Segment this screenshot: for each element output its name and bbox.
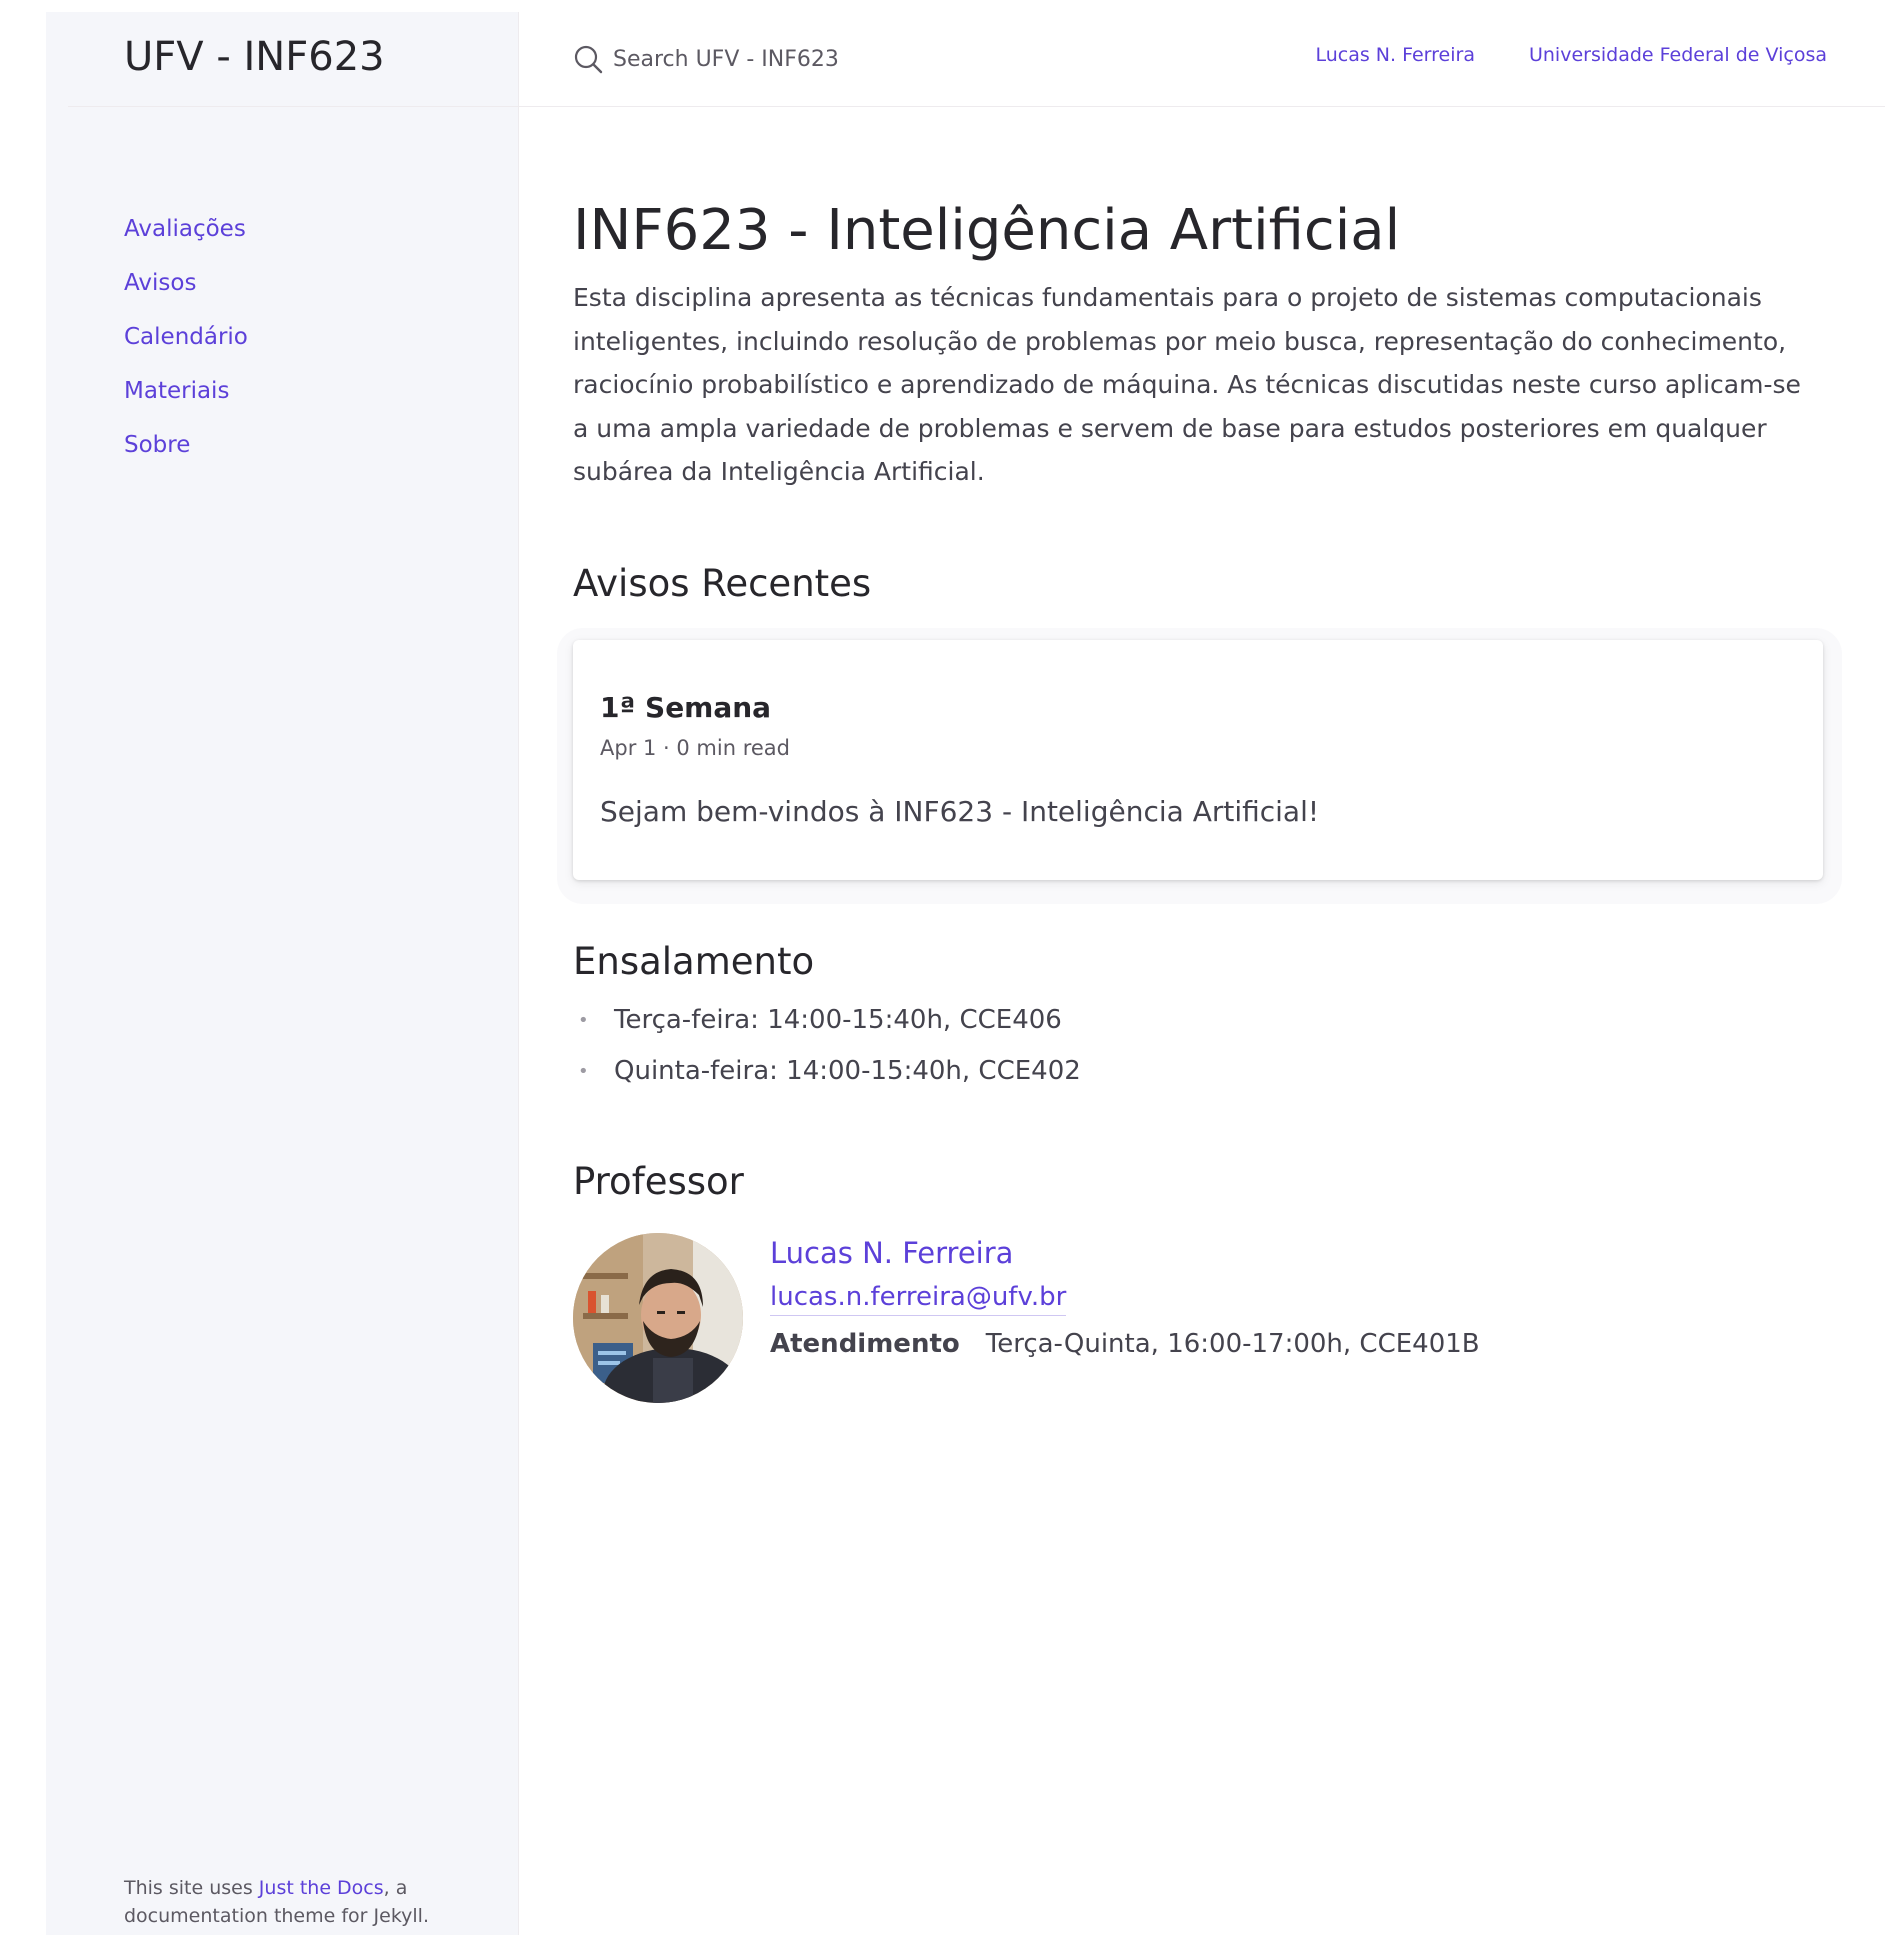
sidebar-footer: This site uses Just the Docs, a document…	[124, 1874, 484, 1930]
professor-name-link[interactable]: Lucas N. Ferreira	[770, 1233, 1480, 1273]
sidebar-link-calendario[interactable]: Calendário	[124, 324, 248, 350]
professor-section: Professor Lucas N. Ferreira lucas.n.ferr…	[573, 1160, 1823, 1405]
schedule-item-text: Quinta-feira: 14:00-15:40h, CCE402	[614, 1056, 1081, 1086]
office-hours-label: Atendimento	[770, 1329, 960, 1359]
intro-paragraph: Esta disciplina apresenta as técnicas fu…	[573, 283, 1801, 486]
site-title[interactable]: UFV - INF623	[124, 34, 385, 80]
list-item: • Quinta-feira: 14:00-15:40h, CCE402	[573, 1046, 1823, 1097]
sidebar-divider	[68, 106, 519, 107]
announcements-heading: Avisos Recentes	[573, 562, 872, 605]
announcement-meta: Apr 1 · 0 min read	[600, 736, 790, 760]
page: UFV - INF623 Avaliações Avisos Calendári…	[0, 0, 1885, 1935]
schedule-heading: Ensalamento	[573, 940, 815, 983]
aux-nav: Lucas N. Ferreira Universidade Federal d…	[1261, 44, 1827, 66]
office-hours: Atendimento Terça-Quinta, 16:00-17:00h, C…	[770, 1326, 1480, 1362]
schedule-list: • Terça-feira: 14:00-15:40h, CCE406 • Quin…	[573, 995, 1823, 1097]
sidebar-item-calendario: Calendário	[124, 310, 248, 364]
professor-email-link[interactable]: lucas.n.ferreira@ufv.br	[770, 1279, 1067, 1316]
sidebar-link-sobre[interactable]: Sobre	[124, 432, 190, 458]
bullet-icon: •	[578, 1010, 589, 1031]
search	[573, 42, 1013, 76]
sidebar-item-avaliacoes: Avaliações	[124, 202, 248, 256]
sidebar: UFV - INF623 Avaliações Avisos Calendári…	[46, 12, 519, 1935]
announcement-card[interactable]: 1ª Semana Apr 1 · 0 min read Sejam bem-v…	[573, 640, 1823, 880]
header: Lucas N. Ferreira Universidade Federal d…	[519, 12, 1885, 107]
search-input[interactable]	[613, 46, 1013, 72]
sidebar-link-avisos[interactable]: Avisos	[124, 270, 196, 296]
sidebar-link-avaliacoes[interactable]: Avaliações	[124, 216, 246, 242]
announcements-container: 1ª Semana Apr 1 · 0 min read Sejam bem-v…	[557, 628, 1842, 904]
sidebar-link-materiais[interactable]: Materiais	[124, 378, 229, 404]
sidebar-item-avisos: Avisos	[124, 256, 248, 310]
bullet-icon: •	[578, 1061, 589, 1082]
avatar	[573, 1233, 743, 1403]
footer-prefix: This site uses	[124, 1877, 259, 1899]
professor-info: Lucas N. Ferreira lucas.n.ferreira@ufv.b…	[770, 1233, 1480, 1362]
schedule-section: Ensalamento • Terça-feira: 14:00-15:40h, …	[573, 940, 1823, 1097]
announcement-title: 1ª Semana	[600, 691, 772, 724]
footer-theme-link[interactable]: Just the Docs	[259, 1877, 384, 1899]
sidebar-nav: Avaliações Avisos Calendário Materiais S…	[124, 202, 248, 472]
announcement-body: Sejam bem-vindos à INF623 - Inteligência…	[600, 795, 1320, 828]
aux-link-university[interactable]: Universidade Federal de Viçosa	[1529, 44, 1827, 66]
office-hours-value: Terça-Quinta, 16:00-17:00h, CCE401B	[985, 1329, 1480, 1359]
schedule-item-text: Terça-feira: 14:00-15:40h, CCE406	[614, 1005, 1062, 1035]
professor-card: Lucas N. Ferreira lucas.n.ferreira@ufv.b…	[573, 1233, 1823, 1405]
sidebar-item-materiais: Materiais	[124, 364, 248, 418]
page-title: INF623 - Inteligência Artificial	[573, 198, 1401, 263]
sidebar-item-sobre: Sobre	[124, 418, 248, 472]
list-item: • Terça-feira: 14:00-15:40h, CCE406	[573, 995, 1823, 1046]
aux-link-author[interactable]: Lucas N. Ferreira	[1315, 44, 1475, 66]
main-content: INF623 - Inteligência Artificial Esta di…	[557, 190, 1842, 1403]
search-icon	[573, 44, 603, 74]
professor-heading: Professor	[573, 1160, 744, 1203]
